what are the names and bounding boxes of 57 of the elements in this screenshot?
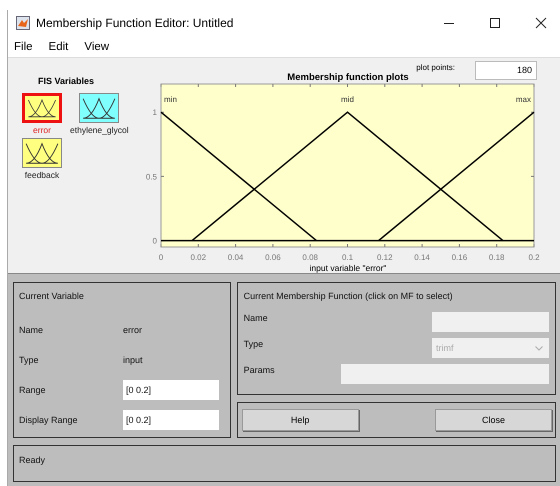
close-button[interactable]: Close bbox=[435, 409, 552, 431]
input-field[interactable]: [0 0.2] bbox=[123, 410, 219, 430]
membership-line[interactable] bbox=[378, 112, 534, 242]
variable-label: error bbox=[33, 125, 51, 135]
menu-item[interactable]: View bbox=[84, 40, 110, 52]
panel-title: Current Variable bbox=[19, 291, 85, 301]
field-label: Range bbox=[19, 385, 47, 395]
membership-label: mid bbox=[341, 95, 354, 104]
panel-title: FIS Variables bbox=[38, 76, 96, 86]
input-field[interactable] bbox=[432, 312, 549, 332]
x-tick-label: 0.16 bbox=[452, 253, 468, 262]
y-tick-label: 1 bbox=[152, 108, 157, 118]
help-button[interactable]: Help bbox=[242, 409, 359, 431]
variable-icon[interactable] bbox=[22, 138, 62, 168]
membership-label: min bbox=[164, 95, 177, 104]
x-tick-label: 0.18 bbox=[488, 253, 504, 262]
x-tick-label: 0 bbox=[158, 253, 164, 262]
plot-points-label: plot points: bbox=[416, 63, 455, 72]
field-label: Params bbox=[244, 365, 275, 375]
variable-label: feedback bbox=[24, 170, 60, 180]
menu-item[interactable]: File bbox=[14, 40, 33, 52]
app-icon bbox=[16, 16, 30, 30]
x-tick-label: 0.12 bbox=[377, 253, 393, 262]
x-tick-label: 0.04 bbox=[228, 253, 244, 262]
field-label: Type bbox=[19, 355, 40, 365]
input-field[interactable]: [0 0.2] bbox=[123, 380, 219, 400]
status-text: Ready bbox=[19, 455, 46, 465]
variable-icon[interactable] bbox=[79, 93, 120, 123]
input-field[interactable] bbox=[341, 364, 549, 384]
window-title: Membership Function Editor: Untitled bbox=[36, 16, 234, 30]
close-icon[interactable] bbox=[535, 17, 547, 29]
x-tick-label: 0.06 bbox=[265, 253, 281, 262]
variable-label: ethylene_glycol bbox=[70, 125, 129, 135]
membership-line[interactable] bbox=[160, 112, 317, 242]
x-tick-label: 0.2 bbox=[528, 253, 540, 262]
field-value: input bbox=[123, 355, 143, 365]
x-tick-label: 0.02 bbox=[190, 253, 206, 262]
x-axis-label: input variable "error" bbox=[310, 263, 386, 273]
chart-title: Membership function plots bbox=[287, 72, 409, 83]
field-label: Type bbox=[244, 339, 264, 349]
x-tick-label: 0.1 bbox=[342, 253, 354, 262]
panel-title: Current Membership Function (click on MF to select) bbox=[244, 291, 454, 301]
x-tick-label: 0.14 bbox=[414, 253, 430, 262]
field-label: Name bbox=[19, 325, 44, 335]
membership-label: max bbox=[516, 95, 531, 104]
field-value: error bbox=[123, 325, 142, 335]
maximize-icon[interactable] bbox=[489, 17, 501, 29]
y-tick-label: 0.5 bbox=[146, 172, 157, 182]
field-label: Name bbox=[244, 313, 268, 323]
x-tick-label: 0.08 bbox=[302, 253, 318, 262]
plot-points-field[interactable]: 180 bbox=[475, 61, 537, 80]
membership-line[interactable] bbox=[192, 111, 504, 242]
field-label: Display Range bbox=[19, 415, 79, 425]
chevron-icon bbox=[535, 346, 543, 350]
variable-icon[interactable] bbox=[22, 93, 62, 123]
y-tick-label: 0 bbox=[152, 236, 157, 246]
menu-item[interactable]: Edit bbox=[48, 40, 68, 52]
